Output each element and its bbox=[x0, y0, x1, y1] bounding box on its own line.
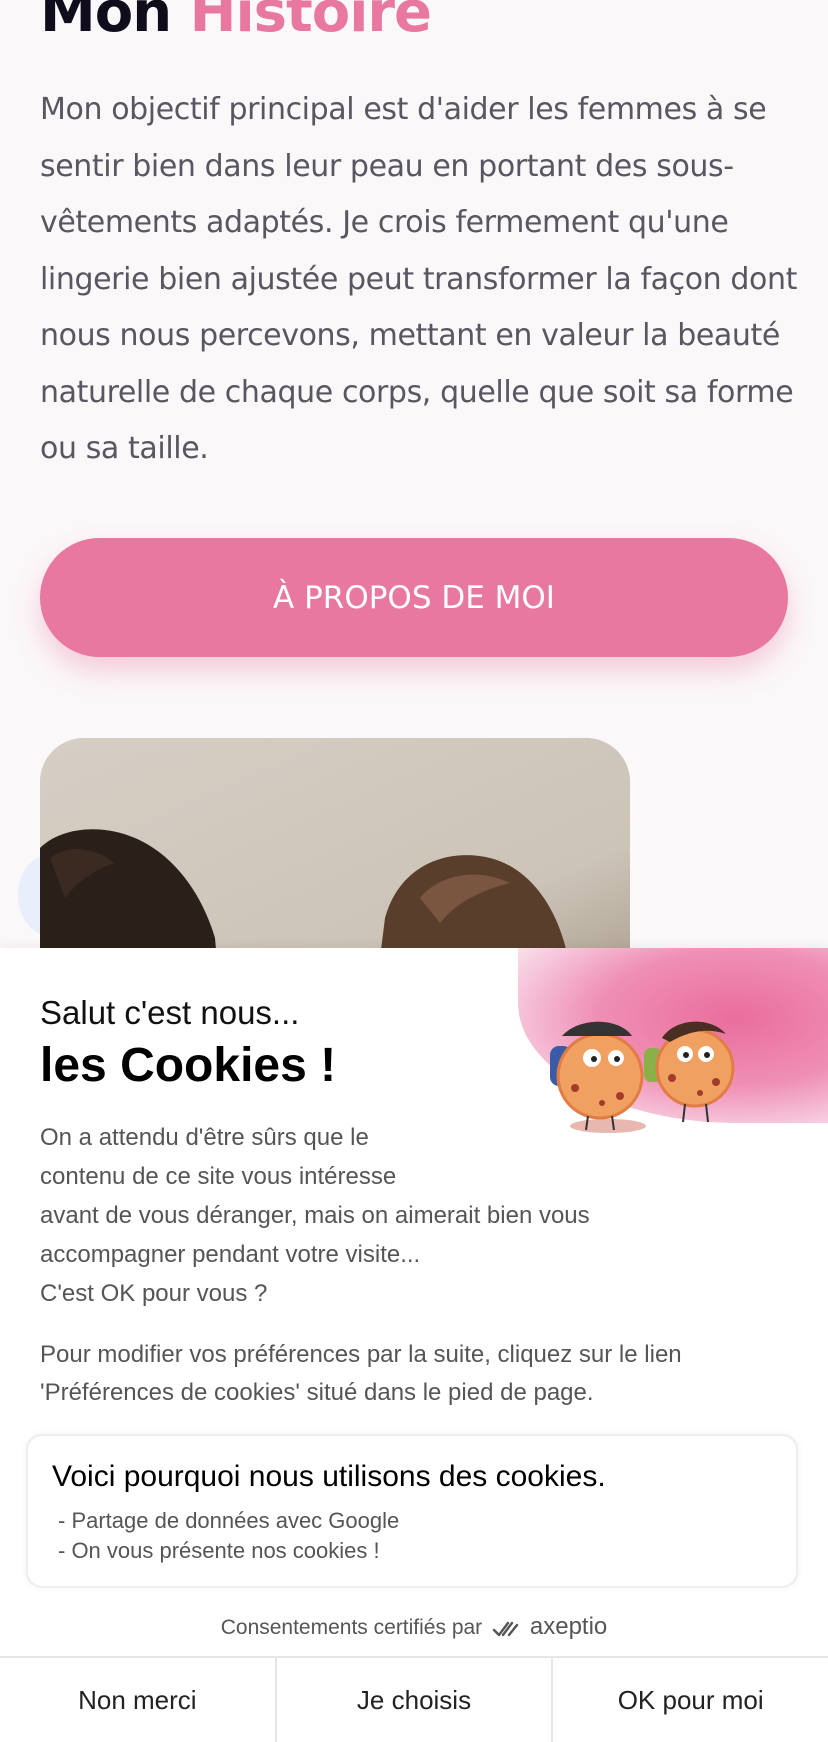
title-part-2: Histoire bbox=[189, 0, 432, 45]
cookie-body: On a attendu d'être sûrs que le contenu … bbox=[40, 1118, 680, 1313]
title-part-1: Mon bbox=[40, 0, 172, 45]
certified-by: Consentements certifiés par axeptio bbox=[0, 1613, 828, 1641]
axeptio-brand: axeptio bbox=[529, 1613, 608, 1640]
cookie-greeting: Salut c'est nous... bbox=[40, 994, 300, 1031]
list-item: - On vous présente nos cookies ! bbox=[58, 1538, 380, 1563]
cookie-body-line: accompagner pendant votre visite... bbox=[40, 1241, 421, 1268]
cookie-mascots-illustration bbox=[550, 1021, 735, 1133]
accept-button[interactable]: OK pour moi bbox=[553, 1658, 828, 1742]
certified-text: Consentements certifiés par bbox=[220, 1616, 483, 1639]
cookie-reasons-title: Voici pourquoi nous utilisons des cookie… bbox=[52, 1460, 606, 1493]
choose-button[interactable]: Je choisis bbox=[276, 1658, 554, 1742]
page: Mon Histoire Mon objectif principal est … bbox=[0, 0, 828, 1742]
cookie-title: les Cookies ! bbox=[40, 1039, 337, 1092]
cookie-body-line: contenu de ce site vous intéresse bbox=[40, 1163, 397, 1190]
cookie-reasons-box: Voici pourquoi nous utilisons des cookie… bbox=[26, 1434, 798, 1588]
page-title: Mon Histoire bbox=[40, 0, 432, 48]
cookie-consent-banner: Salut c'est nous... les Cookies ! On a a… bbox=[0, 948, 828, 1742]
cookie-preferences-note: Pour modifier vos préférences par la sui… bbox=[40, 1341, 682, 1406]
list-item: - Partage de données avec Google bbox=[58, 1508, 400, 1533]
cookie-body-line: On a attendu d'être sûrs que le bbox=[40, 1124, 369, 1151]
cookie-actions: Non merci Je choisis OK pour moi bbox=[0, 1656, 828, 1742]
decline-button[interactable]: Non merci bbox=[0, 1658, 277, 1742]
story-paragraph: Mon objectif principal est d'aider les f… bbox=[40, 92, 797, 466]
cookie-body-line: avant de vous déranger, mais on aimerait… bbox=[40, 1202, 590, 1229]
cookie-body-line: C'est OK pour vous ? bbox=[40, 1280, 268, 1307]
cookie-reasons-list: - Partage de données avec Google - On vo… bbox=[58, 1506, 399, 1566]
axeptio-logo-icon bbox=[492, 1622, 519, 1637]
about-me-button[interactable]: À PROPOS DE MOI bbox=[40, 538, 788, 657]
